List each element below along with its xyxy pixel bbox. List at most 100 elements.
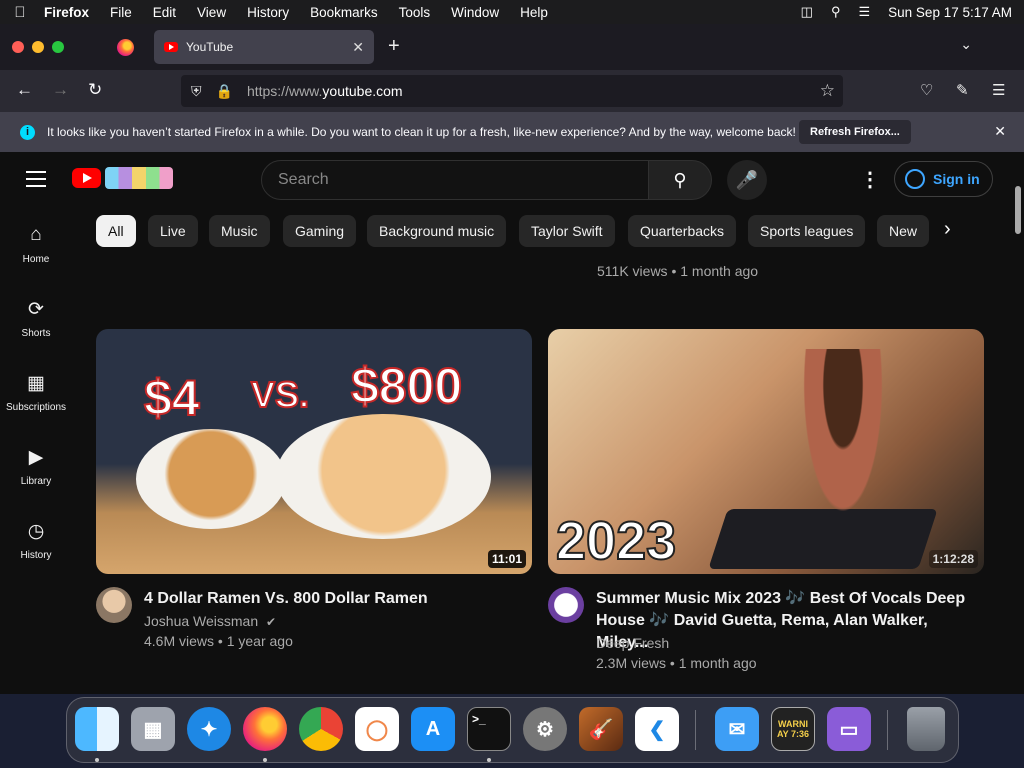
garageband-icon[interactable]: 🎸: [579, 707, 623, 751]
video-thumbnail-ramen[interactable]: $4 VS. $800 11:01: [96, 329, 532, 574]
extensions-icon[interactable]: ✎: [956, 81, 969, 99]
back-icon[interactable]: ←: [16, 80, 33, 100]
close-notification-icon[interactable]: ✕: [994, 123, 1006, 140]
chevron-right-icon[interactable]: ›: [944, 218, 951, 241]
menu-help[interactable]: Help: [520, 5, 548, 20]
pieces-icon[interactable]: ◯: [355, 707, 399, 751]
chip-quarterbacks[interactable]: Quarterbacks: [628, 215, 737, 247]
close-tab-icon[interactable]: ✕: [352, 39, 364, 56]
zoom-window-button[interactable]: [52, 41, 64, 53]
sidebar-item-history[interactable]: ◷ History: [0, 520, 72, 561]
menu-bookmarks[interactable]: Bookmarks: [310, 5, 378, 20]
firefox-view-icon[interactable]: [117, 39, 134, 56]
channel-avatar[interactable]: [96, 587, 132, 623]
mail-icon[interactable]: ✉: [715, 707, 759, 751]
chip-live[interactable]: Live: [148, 215, 198, 247]
channel-name[interactable]: Joshua Weissman ✔: [144, 613, 276, 629]
bookmark-star-icon[interactable]: ☆: [820, 81, 835, 101]
screen-mirror-icon[interactable]: ◫: [801, 4, 813, 20]
channel-name[interactable]: Deep Fresh: [596, 635, 669, 651]
chip-new[interactable]: New: [877, 215, 930, 247]
firefox-icon[interactable]: [243, 707, 287, 751]
guide-menu-icon[interactable]: [26, 171, 46, 187]
menu-clock[interactable]: Sun Sep 17 5:17 AM: [888, 5, 1012, 20]
voice-search-button[interactable]: 🎤: [727, 160, 767, 200]
chip-gaming[interactable]: Gaming: [283, 215, 357, 247]
chip-all[interactable]: All: [96, 215, 136, 247]
account-icon: [905, 169, 925, 189]
tab-youtube[interactable]: YouTube ✕: [154, 30, 374, 64]
reload-icon[interactable]: ↻: [88, 80, 102, 100]
safari-icon[interactable]: ✦: [187, 707, 231, 751]
simulator-icon[interactable]: ▭: [827, 707, 871, 751]
close-window-button[interactable]: [12, 41, 24, 53]
menu-window[interactable]: Window: [451, 5, 499, 20]
list-all-tabs-icon[interactable]: ⌄: [960, 36, 972, 53]
pocket-icon[interactable]: ♡: [920, 81, 933, 99]
chip-taylor-swift[interactable]: Taylor Swift: [519, 215, 615, 247]
menu-app-name[interactable]: Firefox: [44, 5, 89, 20]
video-duration: 11:01: [487, 550, 526, 568]
microphone-icon: 🎤: [735, 170, 759, 190]
menu-edit[interactable]: Edit: [153, 5, 176, 20]
channel-name-text: Joshua Weissman: [144, 613, 259, 629]
apple-icon[interactable]: : [12, 4, 28, 21]
search-button[interactable]: ⚲: [648, 160, 712, 200]
settings-kebab-icon[interactable]: ⋮: [860, 167, 880, 192]
video-title[interactable]: 4 Dollar Ramen Vs. 800 Dollar Ramen: [144, 588, 524, 610]
sidebar-item-shorts[interactable]: ⟳ Shorts: [0, 298, 72, 339]
window-controls: [12, 41, 64, 53]
sign-in-button[interactable]: Sign in: [894, 161, 993, 197]
refresh-firefox-button[interactable]: Refresh Firefox...: [799, 120, 911, 144]
running-indicator: [487, 758, 491, 762]
url-bar[interactable]: ⛨ 🔒 https://www. youtube.com ☆: [181, 75, 843, 107]
menu-history[interactable]: History: [247, 5, 289, 20]
youtube-logo[interactable]: [72, 168, 101, 188]
app-menu-icon[interactable]: ☰: [992, 81, 1005, 99]
cheap-ramen-bowl: [136, 429, 286, 529]
chrome-icon[interactable]: [299, 707, 343, 751]
trash-icon[interactable]: [907, 707, 945, 751]
page-scrollbar[interactable]: [1015, 186, 1021, 234]
search-icon: ⚲: [673, 170, 687, 190]
subscriptions-icon: ▦: [27, 373, 45, 394]
control-center-icon[interactable]: ☰: [859, 4, 871, 20]
search-input[interactable]: Search: [261, 160, 649, 200]
library-icon: ▶: [28, 447, 44, 468]
menu-file[interactable]: File: [110, 5, 132, 20]
terminal-icon[interactable]: >_: [467, 707, 511, 751]
menu-tools[interactable]: Tools: [399, 5, 431, 20]
new-tab-icon[interactable]: +: [388, 35, 400, 58]
app-store-icon[interactable]: A: [411, 707, 455, 751]
menu-view[interactable]: View: [197, 5, 226, 20]
spotlight-search-icon[interactable]: ⚲: [831, 4, 841, 20]
sidebar-label: History: [20, 550, 52, 561]
youtube-page: Search ⚲ 🎤 ⋮ Sign in ⌂ Home ⟳ Shorts ▦ S…: [0, 152, 1024, 694]
chip-music[interactable]: Music: [209, 215, 270, 247]
url-prefix: https://www.: [246, 83, 323, 99]
thumb-vs: VS.: [250, 373, 310, 416]
sign-in-label: Sign in: [933, 171, 980, 187]
vscode-icon[interactable]: ❮: [635, 707, 679, 751]
navigation-toolbar: ← → ↻ ⛨ 🔒 https://www. youtube.com ☆ ♡ ✎ …: [0, 70, 1024, 112]
sidebar-item-library[interactable]: ▶ Library: [0, 446, 72, 487]
forward-icon[interactable]: →: [52, 80, 69, 100]
chip-background-music[interactable]: Background music: [367, 215, 507, 247]
youtube-doodle[interactable]: [105, 167, 173, 189]
sidebar-item-subscriptions[interactable]: ▦ Subscriptions: [0, 372, 72, 413]
tracking-shield-icon[interactable]: ⛨: [191, 83, 202, 100]
history-icon: ◷: [27, 521, 45, 542]
console-icon[interactable]: WARNI AY 7:36: [771, 707, 815, 751]
finder-icon[interactable]: [75, 707, 119, 751]
channel-avatar[interactable]: [548, 587, 584, 623]
system-settings-icon[interactable]: ⚙: [523, 707, 567, 751]
sidebar-item-home[interactable]: ⌂ Home: [0, 224, 72, 265]
lock-icon[interactable]: 🔒: [216, 83, 233, 100]
launchpad-icon[interactable]: ▦: [131, 707, 175, 751]
macos-menu-bar:  Firefox File Edit View History Bookmar…: [0, 0, 1024, 24]
video-meta: 2.3M views • 1 month ago: [596, 655, 757, 671]
video-thumbnail-summer-mix[interactable]: 2023 1:12:28: [548, 329, 984, 574]
minimize-window-button[interactable]: [32, 41, 44, 53]
youtube-favicon-icon: [164, 42, 178, 52]
chip-sports-leagues[interactable]: Sports leagues: [748, 215, 866, 247]
